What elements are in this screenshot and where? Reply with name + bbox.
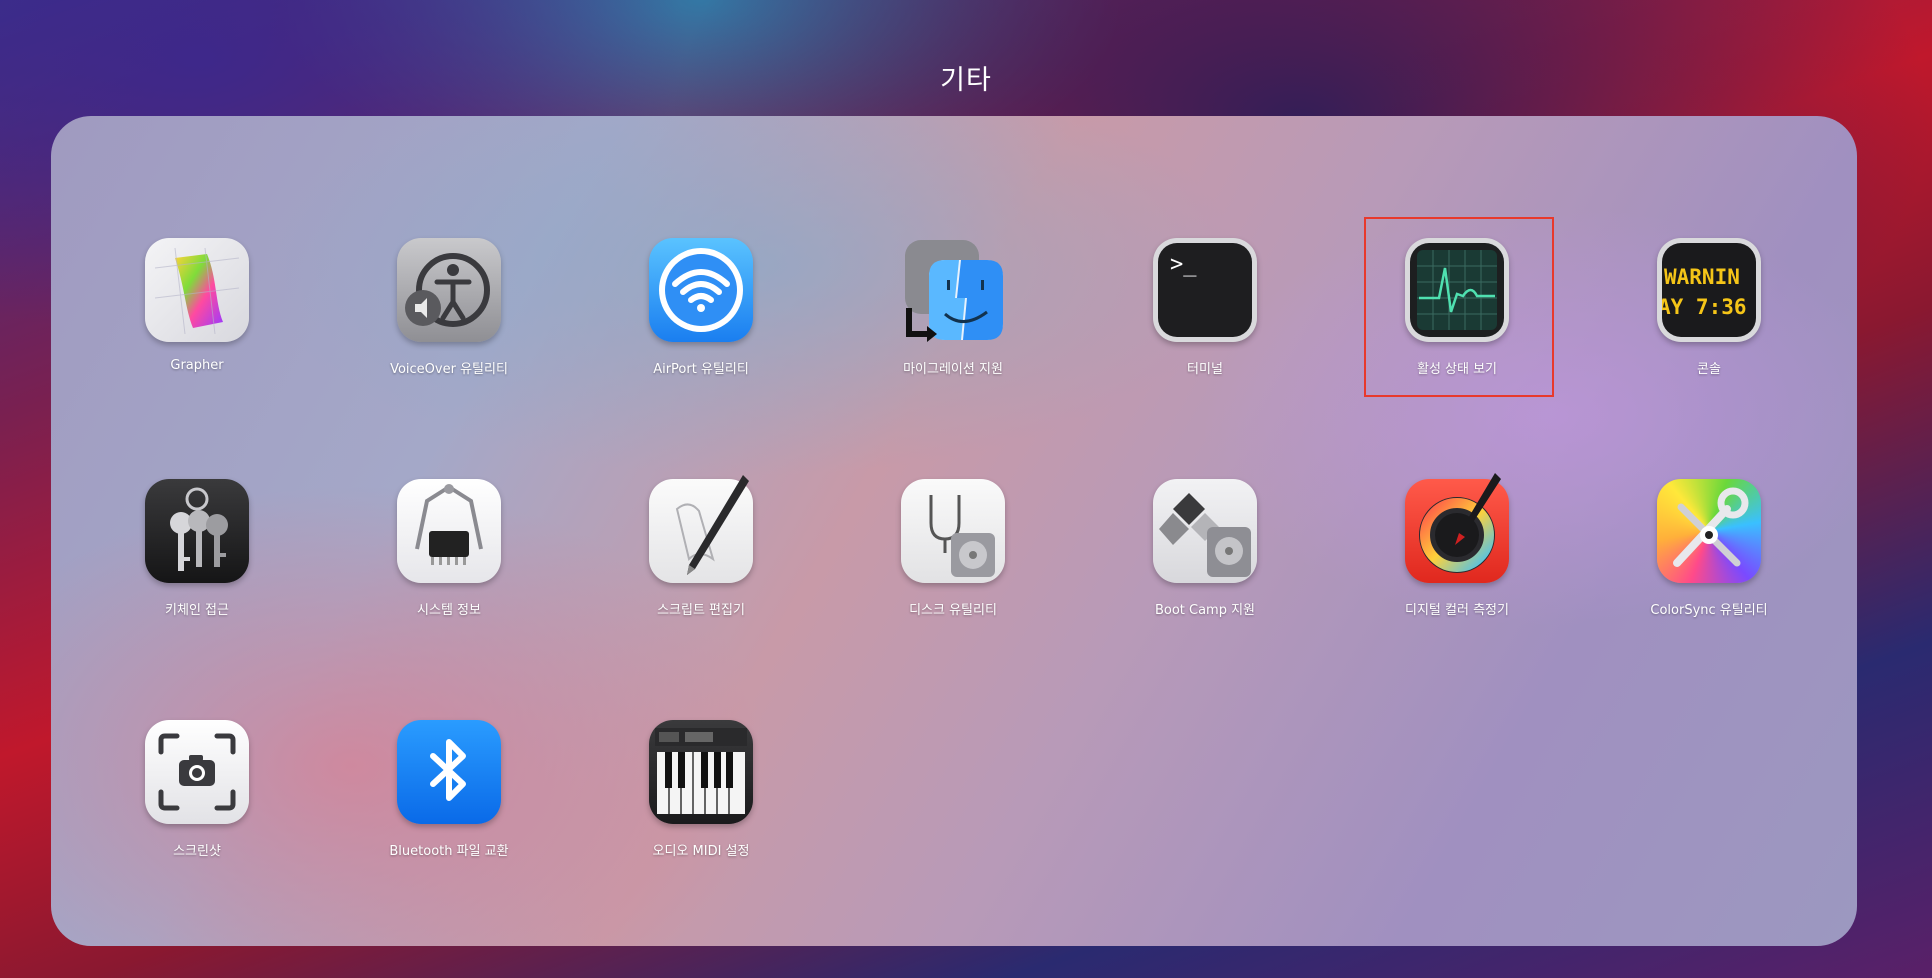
system-information-icon xyxy=(397,479,501,583)
folder-title: 기타 xyxy=(940,65,992,96)
app-grapher[interactable]: Grapher xyxy=(87,238,307,373)
terminal-icon: >_ xyxy=(1153,238,1257,342)
colorsync-icon xyxy=(1657,479,1761,583)
voiceover-icon xyxy=(397,238,501,342)
bluetooth-icon xyxy=(397,720,501,824)
app-label: 스크립트 편집기 xyxy=(657,603,745,618)
app-disk-utility[interactable]: 디스크 유틸리티 xyxy=(843,479,1063,618)
disk-utility-icon xyxy=(901,479,1005,583)
app-label: 마이그레이션 지원 xyxy=(903,362,1003,377)
digital-color-meter-icon xyxy=(1405,473,1509,583)
app-migration-assistant[interactable]: 마이그레이션 지원 xyxy=(843,238,1063,377)
app-activity-monitor[interactable]: 활성 상태 보기 xyxy=(1347,238,1567,377)
app-system-information[interactable]: 시스템 정보 xyxy=(339,479,559,618)
app-terminal[interactable]: >_ 터미널 xyxy=(1095,238,1315,377)
script-editor-icon xyxy=(649,475,753,583)
app-label: 활성 상태 보기 xyxy=(1416,362,1498,377)
app-label: VoiceOver 유틸리티 xyxy=(390,362,508,377)
app-label: AirPort 유틸리티 xyxy=(653,362,749,377)
app-console[interactable]: WARNIN AY 7:36 콘솔 xyxy=(1599,238,1819,377)
app-label: 키체인 접근 xyxy=(165,603,229,618)
app-label: Grapher xyxy=(170,358,224,373)
console-time-text: AY 7:36 xyxy=(1662,295,1747,319)
app-label: 디지털 컬러 측정기 xyxy=(1405,603,1509,618)
app-digital-color-meter[interactable]: 디지털 컬러 측정기 xyxy=(1347,473,1567,618)
app-label: 시스템 정보 xyxy=(417,603,481,618)
airport-icon xyxy=(649,238,753,342)
app-colorsync-utility[interactable]: ColorSync 유틸리티 xyxy=(1599,479,1819,618)
app-label: 스크린샷 xyxy=(173,844,221,859)
app-label: Boot Camp 지원 xyxy=(1154,603,1256,618)
app-label: 디스크 유틸리티 xyxy=(909,603,997,618)
app-label: 콘솔 xyxy=(1697,362,1721,377)
app-boot-camp[interactable]: Boot Camp 지원 xyxy=(1095,479,1315,618)
screenshot-icon xyxy=(145,720,249,824)
migration-assistant-icon xyxy=(901,238,1005,342)
keychain-icon xyxy=(145,479,249,583)
app-airport-utility[interactable]: AirPort 유틸리티 xyxy=(591,238,811,377)
activity-monitor-icon xyxy=(1405,238,1509,342)
console-warning-text: WARNIN xyxy=(1664,265,1740,289)
app-screenshot[interactable]: 스크린샷 xyxy=(87,720,307,859)
app-bluetooth-file-exchange[interactable]: Bluetooth 파일 교환 xyxy=(339,720,559,859)
terminal-prompt-text: >_ xyxy=(1170,252,1197,277)
audio-midi-icon xyxy=(649,720,753,824)
app-keychain-access[interactable]: 키체인 접근 xyxy=(87,479,307,618)
app-label: Bluetooth 파일 교환 xyxy=(389,844,509,859)
app-label: 오디오 MIDI 설정 xyxy=(652,844,750,859)
app-label: 터미널 xyxy=(1187,362,1223,377)
app-label: ColorSync 유틸리티 xyxy=(1650,603,1768,618)
grapher-icon xyxy=(145,238,249,342)
boot-camp-icon xyxy=(1153,479,1257,583)
app-voiceover-utility[interactable]: VoiceOver 유틸리티 xyxy=(339,238,559,377)
console-icon: WARNIN AY 7:36 xyxy=(1657,238,1761,342)
app-script-editor[interactable]: 스크립트 편집기 xyxy=(591,475,811,618)
app-audio-midi-setup[interactable]: 오디오 MIDI 설정 xyxy=(591,720,811,859)
